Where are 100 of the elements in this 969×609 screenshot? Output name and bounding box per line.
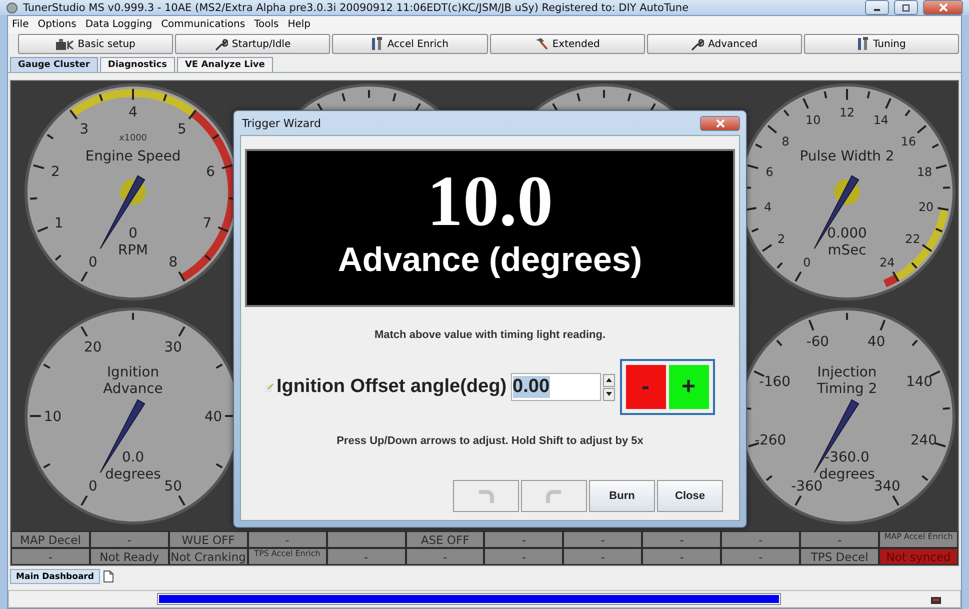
status-indicator: - xyxy=(406,548,484,565)
dialog-title: Trigger Wizard xyxy=(241,116,321,130)
gauge-scale-label: 14 xyxy=(873,113,888,128)
status-indicator: - xyxy=(11,548,90,565)
gauge-scale-label: 7 xyxy=(202,216,212,232)
gauge-scale-label: -160 xyxy=(758,374,790,390)
spin-up-button[interactable] xyxy=(602,374,615,386)
status-indicator: - xyxy=(721,531,800,548)
gauge-scale-label: 6 xyxy=(206,164,215,180)
menu-item[interactable]: Tools xyxy=(254,19,279,30)
status-indicator: ASE OFF xyxy=(406,531,484,548)
display-value: 10.0 xyxy=(427,163,553,239)
document-icon[interactable] xyxy=(102,570,115,583)
gauge-title: Ignition xyxy=(106,364,159,380)
toolbar-button[interactable]: Extended xyxy=(490,34,645,54)
close-icon xyxy=(938,3,948,12)
toolbar-button[interactable]: Tuning xyxy=(804,34,960,54)
close-icon xyxy=(716,118,724,128)
gauge-scale-label: 2 xyxy=(777,232,786,246)
up-arrow-icon xyxy=(606,378,612,382)
status-indicator: - xyxy=(642,548,722,565)
gauge-title: Injection xyxy=(817,364,877,380)
status-indicator: Not Cranking xyxy=(168,548,248,565)
offset-input[interactable]: 0.00 xyxy=(510,373,601,401)
gauge-value: 0.000 xyxy=(827,226,867,242)
gauge-scale-label: 4 xyxy=(764,200,772,214)
status-indicator: - xyxy=(326,548,406,565)
window-title: TunerStudio MS v0.999.3 - 10AE (MS2/Extra Alpha pre3.0.3i 20090912 11:06EDT(c)KC/JSM/JB uSy) Registered to: DIY AutoTune xyxy=(23,2,690,14)
gauge-scale-label: 5 xyxy=(177,121,186,138)
undo-icon xyxy=(476,487,496,505)
close-button[interactable] xyxy=(923,0,963,15)
gauge-units: mSec xyxy=(828,242,866,258)
tab[interactable]: Gauge Cluster xyxy=(10,57,98,72)
maximize-button[interactable] xyxy=(894,0,918,15)
wrench-icon xyxy=(214,38,228,50)
status-indicator: Not synced xyxy=(879,548,958,565)
redo-icon xyxy=(544,487,564,505)
gauge-scale-label: 8 xyxy=(168,254,178,270)
app-icon xyxy=(6,2,18,14)
gauge-title: Pulse Width 2 xyxy=(800,148,894,164)
close-button[interactable] xyxy=(700,116,740,130)
gauge-units: RPM xyxy=(118,242,148,258)
menu-item[interactable]: File xyxy=(12,19,29,30)
gauge-scale-label: 240 xyxy=(910,432,937,449)
minimize-button[interactable] xyxy=(865,0,889,15)
dialog-button[interactable]: Burn xyxy=(589,480,655,512)
gauge-scale-label: 20 xyxy=(84,339,102,356)
toolbar-button[interactable]: Advanced xyxy=(646,34,802,54)
tools-icon xyxy=(371,37,384,51)
status-indicator: - xyxy=(484,548,564,565)
gauge-title: Engine Speed xyxy=(85,148,181,164)
gauge-scale-label: 10 xyxy=(806,113,821,128)
gauge-scale-label: 16 xyxy=(900,134,916,148)
engine-icon xyxy=(56,38,74,50)
toolbar-button[interactable]: Basic setup xyxy=(18,34,174,54)
status-indicator: WUE OFF xyxy=(168,531,248,548)
status-indicator: TPS Decel xyxy=(800,548,880,565)
increase-button[interactable]: + xyxy=(668,365,709,409)
toolbar-button[interactable]: Accel Enrich xyxy=(332,34,488,54)
gauge-scale-label: 40 xyxy=(868,334,886,350)
spin-down-button[interactable] xyxy=(602,388,615,400)
down-arrow-icon xyxy=(606,392,612,396)
gauge-scale-label: 22 xyxy=(905,232,920,246)
hammer-icon xyxy=(534,38,548,50)
gauge-scale-label: 8 xyxy=(782,134,790,148)
menu-item[interactable]: Options xyxy=(38,19,76,30)
menu-item[interactable]: Data Logging xyxy=(85,19,152,30)
gauge-value: 0 xyxy=(128,226,138,242)
wrench-icon xyxy=(691,38,704,50)
status-indicator: Not Ready xyxy=(90,548,169,565)
status-indicator: - xyxy=(90,531,169,548)
tab[interactable]: VE Analyze Live xyxy=(176,57,273,72)
dialog-button[interactable]: Close xyxy=(657,480,723,512)
menu-item[interactable]: Communications xyxy=(161,19,246,30)
gauge-scale-label: 6 xyxy=(766,165,774,180)
gauge-title: Timing 2 xyxy=(816,381,878,398)
status-indicator: - xyxy=(563,548,642,565)
gauge-scale-label: -60 xyxy=(806,334,829,350)
gauge-scale-label: 30 xyxy=(164,339,182,356)
gauge-scale-label: 20 xyxy=(918,200,934,214)
gauge-units: degrees xyxy=(104,466,161,482)
status-indicator: - xyxy=(800,531,880,548)
tab[interactable]: Diagnostics xyxy=(100,57,175,72)
gauge-multiplier: x1000 xyxy=(118,133,147,144)
gauge-scale-label: 0 xyxy=(88,254,98,270)
gauge-scale-label: 3 xyxy=(80,121,88,138)
gauge-scale-label: 40 xyxy=(204,408,222,425)
gauge-scale-label: 12 xyxy=(839,106,855,120)
toolbar-button[interactable]: Startup/Idle xyxy=(175,34,330,54)
gauge-scale-label: 10 xyxy=(44,408,62,425)
gauge-scale-label: 0 xyxy=(803,255,811,270)
maximize-icon xyxy=(902,4,910,12)
gauge-scale-label: 1 xyxy=(54,216,64,232)
menu-item[interactable]: Help xyxy=(288,19,311,30)
status-indicator: - xyxy=(721,548,800,565)
tools-icon xyxy=(857,37,870,51)
dashboard-tab[interactable]: Main Dashboard xyxy=(10,569,100,584)
decrease-button[interactable]: - xyxy=(626,365,666,409)
status-indicator: MAP Accel Enrich xyxy=(879,531,958,548)
status-indicator: - xyxy=(563,531,642,548)
